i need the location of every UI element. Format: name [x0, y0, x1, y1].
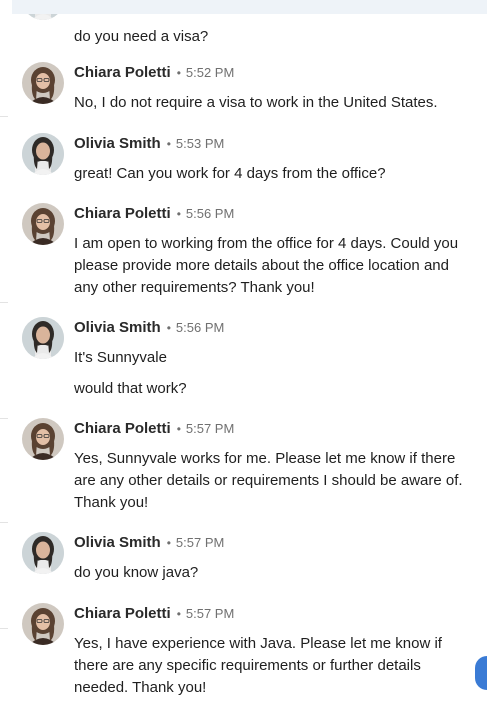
gutter-divider	[0, 116, 8, 117]
sender-name[interactable]: Chiara Poletti	[74, 64, 171, 81]
message-item: Chiara Poletti • 5:52 PM No, I do not requi…	[12, 62, 487, 114]
new-message-button[interactable]	[475, 656, 487, 690]
sender-name[interactable]: Olivia Smith	[74, 534, 161, 551]
message-timestamp: 5:56 PM	[175, 320, 225, 335]
separator-dot-icon: •	[166, 137, 171, 151]
conversation-header-strip	[12, 0, 487, 15]
separator-dot-icon: •	[166, 536, 171, 550]
message-text: Yes, Sunnyvale works for me. Please let …	[74, 450, 463, 511]
message-text: do you know java?	[74, 564, 199, 581]
message-text: Yes, I have experience with Java. Please…	[74, 635, 442, 696]
sender-name[interactable]: Olivia Smith	[74, 135, 161, 152]
message-timestamp: 5:53 PM	[175, 136, 225, 151]
separator-dot-icon: •	[176, 66, 181, 80]
message-item: Chiara Poletti • 5:56 PM I am open to worki…	[12, 203, 487, 299]
message-item: Olivia Smith • 5:56 PM It's Sunnyvale would …	[12, 317, 487, 400]
sender-name[interactable]: Chiara Poletti	[74, 420, 171, 437]
message-meta: Chiara Poletti • 5:56 PM	[74, 203, 471, 225]
message-fragment: do you need a visa?	[12, 14, 487, 48]
message-text: great! Can you work for 4 days from the …	[74, 165, 386, 182]
chiara-avatar[interactable]	[22, 203, 64, 245]
message-text: No, I do not require a visa to work in t…	[74, 94, 438, 111]
separator-dot-icon: •	[176, 422, 181, 436]
message-item: Chiara Poletti • 5:57 PM Yes, Sunnyvale wor…	[12, 418, 487, 514]
sender-name[interactable]: Chiara Poletti	[74, 605, 171, 622]
message-timestamp: 5:57 PM	[185, 606, 235, 621]
olivia-avatar[interactable]	[22, 317, 64, 359]
olivia-avatar[interactable]	[22, 133, 64, 175]
olivia-avatar[interactable]	[22, 532, 64, 574]
message-timestamp: 5:56 PM	[185, 206, 235, 221]
message-meta: Chiara Poletti • 5:57 PM	[74, 418, 471, 440]
chiara-avatar[interactable]	[22, 418, 64, 460]
message-timestamp: 5:57 PM	[175, 535, 225, 550]
sender-name[interactable]: Chiara Poletti	[74, 205, 171, 222]
chiara-avatar[interactable]	[22, 603, 64, 645]
message-meta: Olivia Smith • 5:56 PM	[74, 317, 471, 339]
message-item: Chiara Poletti • 5:57 PM Yes, I have experi…	[12, 603, 487, 699]
message-meta: Olivia Smith • 5:53 PM	[74, 133, 471, 155]
gutter-divider	[0, 522, 8, 523]
message-text: would that work?	[74, 380, 187, 397]
separator-dot-icon: •	[166, 321, 171, 335]
gutter-divider	[0, 302, 8, 303]
message-timestamp: 5:57 PM	[185, 421, 235, 436]
message-text: do you need a visa?	[74, 28, 209, 45]
sender-name[interactable]: Olivia Smith	[74, 319, 161, 336]
message-text: I am open to working from the office for…	[74, 235, 459, 296]
separator-dot-icon: •	[176, 207, 181, 221]
message-item: Olivia Smith • 5:53 PM great! Can you work …	[12, 133, 487, 185]
message-text: It's Sunnyvale	[74, 349, 167, 366]
message-meta: Chiara Poletti • 5:57 PM	[74, 603, 471, 625]
chiara-avatar[interactable]	[22, 62, 64, 104]
message-item: Olivia Smith • 5:57 PM do you know java?	[12, 532, 487, 584]
gutter-divider	[0, 418, 8, 419]
message-thread[interactable]: do you need a visa? Chiara Poletti • 5:52 …	[12, 14, 487, 712]
message-meta: Olivia Smith • 5:57 PM	[74, 532, 471, 554]
message-timestamp: 5:52 PM	[185, 65, 235, 80]
gutter-divider	[0, 628, 8, 629]
message-meta: Chiara Poletti • 5:52 PM	[74, 62, 471, 84]
separator-dot-icon: •	[176, 607, 181, 621]
olivia-avatar[interactable]	[22, 14, 64, 20]
